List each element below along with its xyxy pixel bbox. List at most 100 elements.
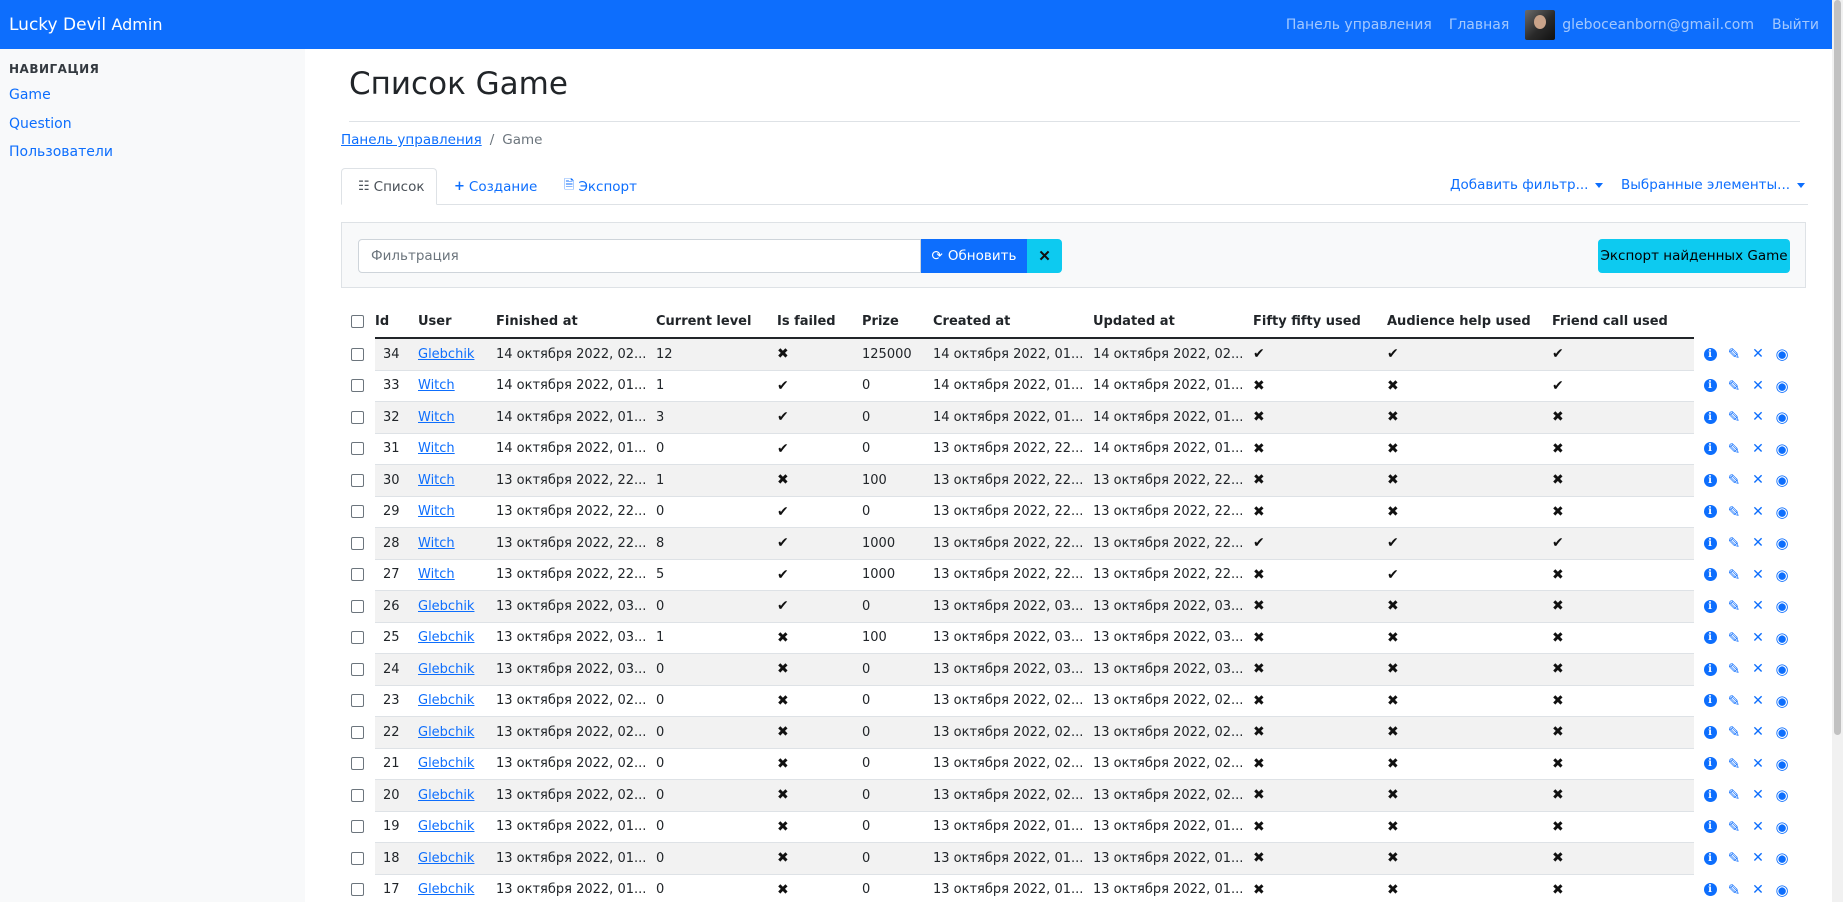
table-row[interactable]: 25 Glebchik 13 октября 2022, 03... 1 ✖ 100 13 …: [341, 622, 1808, 654]
eye-icon[interactable]: ◉: [1770, 597, 1794, 615]
info-icon[interactable]: i: [1698, 505, 1722, 519]
column-header-current-level[interactable]: Current level: [656, 305, 777, 339]
delete-icon[interactable]: ✕: [1746, 756, 1770, 772]
delete-icon[interactable]: ✕: [1746, 693, 1770, 709]
user-link[interactable]: Witch: [418, 378, 455, 393]
delete-icon[interactable]: ✕: [1746, 346, 1770, 362]
row-checkbox[interactable]: [351, 347, 364, 361]
nav-link-dashboard[interactable]: Панель управления: [1286, 17, 1432, 33]
info-icon[interactable]: i: [1698, 883, 1722, 897]
row-checkbox[interactable]: [351, 694, 364, 708]
table-row[interactable]: 17 Glebchik 13 октября 2022, 01... 0 ✖ 0 13 ок…: [341, 874, 1808, 902]
breadcrumb-dashboard-link[interactable]: Панель управления: [341, 132, 482, 148]
info-icon[interactable]: i: [1698, 662, 1722, 676]
eye-icon[interactable]: ◉: [1770, 849, 1794, 867]
delete-icon[interactable]: ✕: [1746, 724, 1770, 740]
row-checkbox[interactable]: [351, 379, 364, 393]
user-link[interactable]: Glebchik: [418, 882, 474, 897]
row-checkbox[interactable]: [351, 473, 364, 487]
pencil-icon[interactable]: ✎: [1722, 534, 1746, 552]
user-link[interactable]: Glebchik: [418, 693, 474, 708]
eye-icon[interactable]: ◉: [1770, 818, 1794, 836]
sidebar-item-question[interactable]: Question: [9, 116, 72, 132]
pencil-icon[interactable]: ✎: [1722, 629, 1746, 647]
delete-icon[interactable]: ✕: [1746, 504, 1770, 520]
delete-icon[interactable]: ✕: [1746, 850, 1770, 866]
sidebar-item-game[interactable]: Game: [9, 87, 51, 103]
delete-icon[interactable]: ✕: [1746, 882, 1770, 898]
user-link[interactable]: Glebchik: [418, 599, 474, 614]
selected-items-dropdown[interactable]: Выбранные элементы...: [1621, 177, 1806, 193]
eye-icon[interactable]: ◉: [1770, 755, 1794, 773]
eye-icon[interactable]: ◉: [1770, 408, 1794, 426]
info-icon[interactable]: i: [1698, 442, 1722, 456]
column-header-audience-help[interactable]: Audience help used: [1387, 305, 1552, 339]
info-icon[interactable]: i: [1698, 473, 1722, 487]
pencil-icon[interactable]: ✎: [1722, 849, 1746, 867]
pencil-icon[interactable]: ✎: [1722, 440, 1746, 458]
row-checkbox[interactable]: [351, 757, 364, 771]
user-link[interactable]: Glebchik: [418, 347, 474, 362]
eye-icon[interactable]: ◉: [1770, 377, 1794, 395]
eye-icon[interactable]: ◉: [1770, 723, 1794, 741]
table-row[interactable]: 32 Witch 14 октября 2022, 01... 3 ✔ 0 14 октяб…: [341, 401, 1808, 434]
pencil-icon[interactable]: ✎: [1722, 345, 1746, 363]
tab-create[interactable]: + Создание: [438, 168, 553, 205]
table-row[interactable]: 19 Glebchik 13 октября 2022, 01... 0 ✖ 0 13 ок…: [341, 811, 1808, 843]
delete-icon[interactable]: ✕: [1746, 819, 1770, 835]
row-checkbox[interactable]: [351, 536, 364, 550]
delete-icon[interactable]: ✕: [1746, 472, 1770, 488]
info-icon[interactable]: i: [1698, 347, 1722, 361]
nav-link-home[interactable]: Главная: [1449, 17, 1509, 33]
info-icon[interactable]: i: [1698, 851, 1722, 865]
pencil-icon[interactable]: ✎: [1722, 471, 1746, 489]
info-icon[interactable]: i: [1698, 820, 1722, 834]
pencil-icon[interactable]: ✎: [1722, 503, 1746, 521]
pencil-icon[interactable]: ✎: [1722, 692, 1746, 710]
column-header-prize[interactable]: Prize: [862, 305, 933, 339]
delete-icon[interactable]: ✕: [1746, 409, 1770, 425]
pencil-icon[interactable]: ✎: [1722, 786, 1746, 804]
export-found-button[interactable]: Экспорт найденных Game: [1598, 239, 1790, 273]
row-checkbox[interactable]: [351, 505, 364, 519]
user-email[interactable]: gleboceanborn@gmail.com: [1562, 17, 1754, 33]
info-icon[interactable]: i: [1698, 379, 1722, 393]
table-row[interactable]: 29 Witch 13 октября 2022, 22... 0 ✔ 0 13 октяб…: [341, 496, 1808, 528]
row-checkbox[interactable]: [351, 599, 364, 613]
refresh-button[interactable]: ⟳ Обновить: [921, 239, 1027, 273]
tab-list[interactable]: ☷ Список: [341, 168, 437, 205]
tab-export[interactable]: 🗎 Экспорт: [548, 168, 653, 205]
delete-icon[interactable]: ✕: [1746, 598, 1770, 614]
user-link[interactable]: Glebchik: [418, 819, 474, 834]
user-link[interactable]: Glebchik: [418, 756, 474, 771]
user-link[interactable]: Witch: [418, 410, 455, 425]
eye-icon[interactable]: ◉: [1770, 471, 1794, 489]
table-row[interactable]: 27 Witch 13 октября 2022, 22... 5 ✔ 1000 13 ок…: [341, 559, 1808, 591]
table-row[interactable]: 26 Glebchik 13 октября 2022, 03... 0 ✔ 0 13 ок…: [341, 590, 1808, 623]
eye-icon[interactable]: ◉: [1770, 881, 1794, 899]
eye-icon[interactable]: ◉: [1770, 629, 1794, 647]
delete-icon[interactable]: ✕: [1746, 378, 1770, 394]
sidebar-item-users[interactable]: Пользователи: [9, 144, 113, 160]
row-checkbox[interactable]: [351, 883, 364, 897]
filter-input[interactable]: [358, 239, 921, 273]
pencil-icon[interactable]: ✎: [1722, 723, 1746, 741]
pencil-icon[interactable]: ✎: [1722, 660, 1746, 678]
user-link[interactable]: Witch: [418, 536, 455, 551]
pencil-icon[interactable]: ✎: [1722, 377, 1746, 395]
row-checkbox[interactable]: [351, 851, 364, 865]
pencil-icon[interactable]: ✎: [1722, 881, 1746, 899]
row-checkbox[interactable]: [351, 410, 364, 424]
clear-filter-button[interactable]: ✕: [1027, 239, 1062, 273]
logout-link[interactable]: Выйти: [1772, 17, 1819, 33]
table-row[interactable]: 20 Glebchik 13 октября 2022, 02... 0 ✖ 0 13 ок…: [341, 779, 1808, 812]
column-header-fifty-fifty[interactable]: Fifty fifty used: [1253, 305, 1387, 339]
user-link[interactable]: Witch: [418, 473, 455, 488]
table-row[interactable]: 28 Witch 13 октября 2022, 22... 8 ✔ 1000 13 ок…: [341, 527, 1808, 560]
user-link[interactable]: Glebchik: [418, 662, 474, 677]
user-link[interactable]: Witch: [418, 441, 455, 456]
user-link[interactable]: Glebchik: [418, 851, 474, 866]
delete-icon[interactable]: ✕: [1746, 661, 1770, 677]
user-link[interactable]: Glebchik: [418, 630, 474, 645]
delete-icon[interactable]: ✕: [1746, 535, 1770, 551]
